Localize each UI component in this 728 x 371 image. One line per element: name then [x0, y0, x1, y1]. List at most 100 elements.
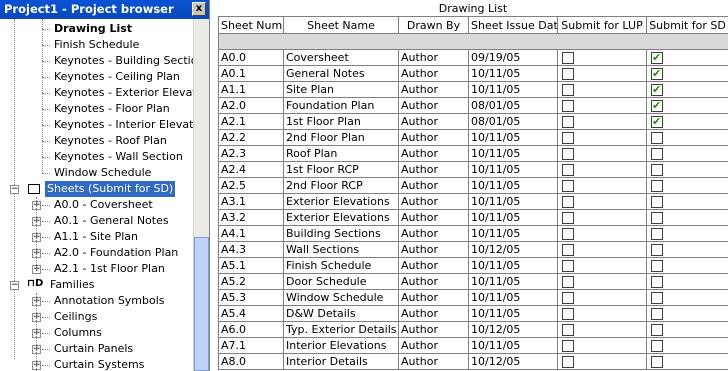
submit-lup-checkbox[interactable] [562, 148, 574, 160]
cell-name[interactable]: Building Sections [283, 225, 399, 242]
table-row[interactable]: A2.2 2nd Floor Plan Author 10/11/05 [218, 129, 728, 146]
submit-sd-checkbox[interactable] [651, 244, 663, 256]
table-row[interactable]: A2.3 Roof Plan Author 10/11/05 [218, 145, 728, 162]
schedule-item[interactable]: Keynotes - Interior Elevation [54, 117, 193, 133]
submit-lup-checkbox[interactable] [562, 260, 574, 272]
schedule-item[interactable]: Drawing List [54, 21, 132, 37]
schedule-item[interactable]: Window Schedule [54, 165, 151, 181]
schedule-item[interactable]: Finish Schedule [54, 37, 139, 53]
cell-name[interactable]: Typ. Exterior Details [283, 321, 399, 338]
schedule-item[interactable]: Keynotes - Floor Plan [54, 101, 170, 117]
submit-sd-checkbox[interactable] [651, 99, 663, 113]
sheet-item[interactable]: A0.0 - Coversheet [54, 197, 153, 213]
cell-name[interactable]: Site Plan [283, 81, 399, 98]
submit-sd-checkbox[interactable] [651, 164, 663, 176]
cell-num[interactable]: A4.3 [218, 241, 284, 258]
cell-name[interactable]: 1st Floor RCP [283, 161, 399, 178]
submit-sd-checkbox[interactable] [651, 292, 663, 304]
cell-num[interactable]: A0.0 [218, 49, 284, 66]
submit-lup-checkbox[interactable] [562, 100, 574, 112]
submit-sd-checkbox[interactable] [651, 308, 663, 320]
cell-date[interactable]: 10/11/05 [468, 129, 558, 146]
cell-num[interactable]: A2.2 [218, 129, 284, 146]
cell-name[interactable]: General Notes [283, 65, 399, 82]
submit-sd-checkbox[interactable] [651, 51, 663, 65]
cell-name[interactable]: Exterior Elevations [283, 193, 399, 210]
cell-num[interactable]: A2.3 [218, 145, 284, 162]
submit-sd-checkbox[interactable] [651, 356, 663, 368]
submit-sd-checkbox[interactable] [651, 324, 663, 336]
table-row[interactable]: A2.0 Foundation Plan Author 08/01/05 [218, 97, 728, 114]
submit-lup-checkbox[interactable] [562, 196, 574, 208]
cell-name[interactable]: 2nd Floor Plan [283, 129, 399, 146]
cell-num[interactable]: A5.3 [218, 289, 284, 306]
cell-date[interactable]: 10/12/05 [468, 353, 558, 370]
submit-sd-checkbox[interactable] [651, 340, 663, 352]
submit-lup-checkbox[interactable] [562, 180, 574, 192]
submit-sd-checkbox[interactable] [651, 196, 663, 208]
cell-num[interactable]: A4.1 [218, 225, 284, 242]
table-row[interactable]: A2.1 1st Floor Plan Author 08/01/05 [218, 113, 728, 130]
table-row[interactable]: A2.4 1st Floor RCP Author 10/11/05 [218, 161, 728, 178]
cell-num[interactable]: A0.1 [218, 65, 284, 82]
table-row[interactable]: A5.4 D&W Details Author 10/11/05 [218, 305, 728, 322]
cell-num[interactable]: A3.2 [218, 209, 284, 226]
cell-num[interactable]: A2.1 [218, 113, 284, 130]
schedule-item[interactable]: Keynotes - Ceiling Plan [54, 69, 180, 85]
cell-num[interactable]: A2.5 [218, 177, 284, 194]
sheets-group[interactable]: Sheets (Submit for SD) [45, 181, 176, 197]
column-header[interactable]: Drawn By [398, 16, 469, 34]
cell-name[interactable]: Foundation Plan [283, 97, 399, 114]
cell-date[interactable]: 10/11/05 [468, 81, 558, 98]
submit-lup-checkbox[interactable] [562, 164, 574, 176]
submit-lup-checkbox[interactable] [562, 84, 574, 96]
cell-date[interactable]: 10/11/05 [468, 273, 558, 290]
submit-sd-checkbox[interactable] [651, 212, 663, 224]
column-header[interactable]: Sheet Name [283, 16, 399, 34]
cell-date[interactable]: 10/11/05 [468, 337, 558, 354]
schedule-item[interactable]: Keynotes - Exterior Elevation [54, 85, 193, 101]
cell-num[interactable]: A7.1 [218, 337, 284, 354]
sheet-item[interactable]: A2.0 - Foundation Plan [54, 245, 178, 261]
table-row[interactable]: A5.1 Finish Schedule Author 10/11/05 [218, 257, 728, 274]
cell-by[interactable]: Author [398, 145, 469, 162]
schedule-item[interactable]: Keynotes - Roof Plan [54, 133, 167, 149]
cell-num[interactable]: A1.1 [218, 81, 284, 98]
cell-date[interactable]: 10/11/05 [468, 225, 558, 242]
cell-by[interactable]: Author [398, 49, 469, 66]
cell-date[interactable]: 09/19/05 [468, 49, 558, 66]
submit-lup-checkbox[interactable] [562, 116, 574, 128]
cell-by[interactable]: Author [398, 305, 469, 322]
cell-by[interactable]: Author [398, 257, 469, 274]
submit-lup-checkbox[interactable] [562, 308, 574, 320]
submit-lup-checkbox[interactable] [562, 228, 574, 240]
close-button[interactable]: x [192, 2, 206, 16]
cell-by[interactable]: Author [398, 113, 469, 130]
cell-name[interactable]: Interior Elevations [283, 337, 399, 354]
schedule-item[interactable]: Keynotes - Wall Section [54, 149, 183, 165]
cell-date[interactable]: 10/11/05 [468, 177, 558, 194]
families-group[interactable]: Families [50, 277, 94, 293]
cell-date[interactable]: 10/11/05 [468, 209, 558, 226]
cell-by[interactable]: Author [398, 321, 469, 338]
schedule-item[interactable]: Keynotes - Building Section [54, 53, 193, 69]
cell-date[interactable]: 10/11/05 [468, 193, 558, 210]
submit-sd-checkbox[interactable] [651, 276, 663, 288]
cell-name[interactable]: Finish Schedule [283, 257, 399, 274]
cell-date[interactable]: 10/11/05 [468, 65, 558, 82]
cell-num[interactable]: A2.0 [218, 97, 284, 114]
table-row[interactable]: A4.1 Building Sections Author 10/11/05 [218, 225, 728, 242]
cell-by[interactable]: Author [398, 273, 469, 290]
cell-name[interactable]: Coversheet [283, 49, 399, 66]
cell-num[interactable]: A3.1 [218, 193, 284, 210]
cell-date[interactable]: 10/11/05 [468, 145, 558, 162]
table-row[interactable]: A8.0 Interior Details Author 10/12/05 [218, 353, 728, 370]
cell-name[interactable]: Exterior Elevations [283, 209, 399, 226]
table-row[interactable]: A6.0 Typ. Exterior Details Author 10/12/05 [218, 321, 728, 338]
submit-sd-checkbox[interactable] [651, 260, 663, 272]
cell-by[interactable]: Author [398, 193, 469, 210]
table-row[interactable]: A2.5 2nd Floor RCP Author 10/11/05 [218, 177, 728, 194]
submit-lup-checkbox[interactable] [562, 292, 574, 304]
cell-name[interactable]: Wall Sections [283, 241, 399, 258]
submit-sd-checkbox[interactable] [651, 115, 663, 129]
